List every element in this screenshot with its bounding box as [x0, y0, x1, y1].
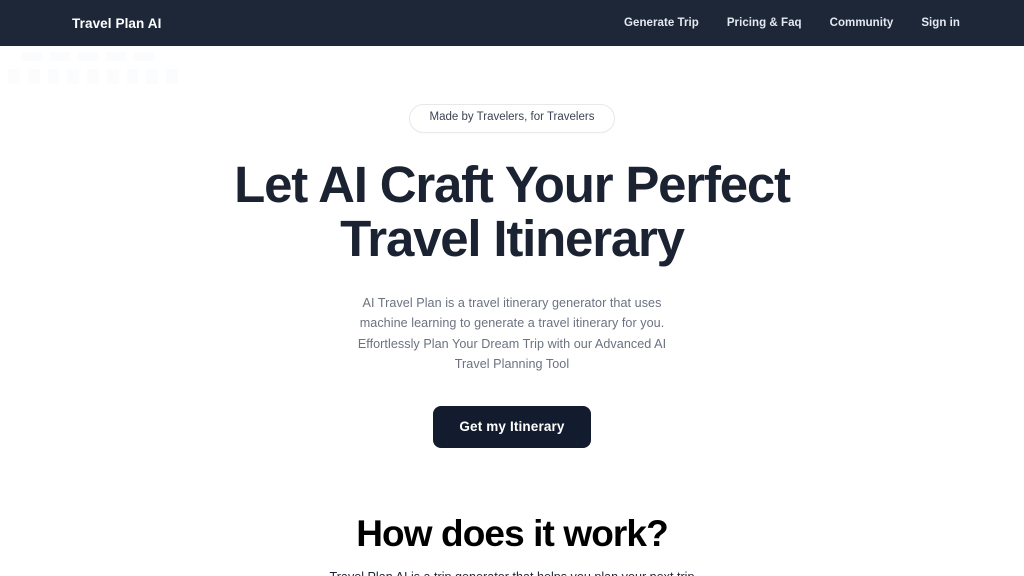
top-navbar: Travel Plan AI Generate Trip Pricing & F…: [0, 0, 1024, 46]
nav-item-sign-in[interactable]: Sign in: [921, 17, 960, 29]
page-title-line-1: Let AI Craft Your Perfect: [234, 155, 791, 213]
brand-logo[interactable]: Travel Plan AI: [72, 16, 161, 31]
page-title-line-2: Travel Itinerary: [340, 209, 685, 267]
nav-item-pricing-faq[interactable]: Pricing & Faq: [727, 17, 802, 29]
how-it-works-section: How does it work? Travel Plan AI is a tr…: [0, 512, 1024, 576]
how-it-works-title: How does it work?: [356, 513, 668, 554]
get-itinerary-button[interactable]: Get my Itinerary: [433, 405, 591, 448]
landing-page: Travel Plan AI Generate Trip Pricing & F…: [0, 0, 1024, 576]
page-title: Let AI Craft Your Perfect Travel Itinera…: [232, 155, 792, 267]
hero-section: Made by Travelers, for Travelers Let AI …: [0, 46, 1024, 448]
nav-item-generate-trip[interactable]: Generate Trip: [624, 17, 699, 29]
nav-links: Generate Trip Pricing & Faq Community Si…: [624, 17, 960, 29]
how-it-works-subtitle: Travel Plan AI is a trip generator that …: [297, 567, 727, 576]
tagline-badge: Made by Travelers, for Travelers: [408, 104, 616, 133]
nav-item-community[interactable]: Community: [830, 17, 894, 29]
hero-subtitle: AI Travel Plan is a travel itinerary gen…: [357, 295, 667, 372]
